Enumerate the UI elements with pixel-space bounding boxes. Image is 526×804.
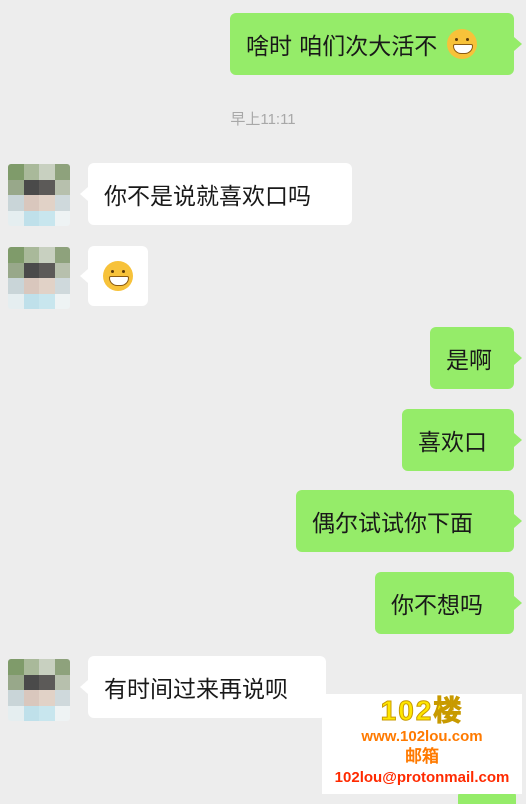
sent-message-bubble[interactable]: 偶尔试试你下面 [296, 490, 522, 552]
watermark-title: 102楼 [380, 695, 464, 727]
received-message-bubble[interactable]: 有时间过来再说呗 [80, 656, 326, 718]
sent-message-bubble[interactable]: 是啊 [430, 327, 522, 389]
grin-emoji-icon [103, 261, 133, 291]
message-timestamp: 早上11:11 [230, 111, 296, 128]
message-text: 是啊 [446, 348, 492, 374]
contact-avatar[interactable] [8, 164, 70, 226]
watermark: 102楼 www.102lou.com 邮箱 102lou@protonmail… [322, 694, 522, 794]
received-message-bubble[interactable]: 你不是说就喜欢口吗 [80, 163, 352, 225]
contact-avatar[interactable] [8, 247, 70, 309]
received-emoji-bubble[interactable] [80, 246, 148, 306]
sent-message-bubble[interactable]: 你不想吗 [375, 572, 522, 634]
grin-emoji-icon [447, 29, 478, 59]
message-text: 你不想吗 [391, 593, 483, 619]
contact-avatar[interactable] [8, 659, 70, 721]
watermark-mail-label: 邮箱 [405, 747, 439, 766]
message-text: 你不是说就喜欢口吗 [104, 184, 311, 210]
message-text: 有时间过来再说呗 [104, 677, 288, 703]
sent-message-bubble[interactable]: 啥时 咱们次大活不 [230, 13, 522, 75]
watermark-mail: 102lou@protonmail.com [334, 769, 510, 786]
message-text: 喜欢口 [418, 430, 487, 456]
watermark-site: www.102lou.com [361, 728, 483, 745]
message-text: 啥时 咱们次大活不 [246, 34, 438, 60]
sent-message-bubble[interactable]: 喜欢口 [402, 409, 522, 471]
message-text: 偶尔试试你下面 [312, 511, 473, 537]
